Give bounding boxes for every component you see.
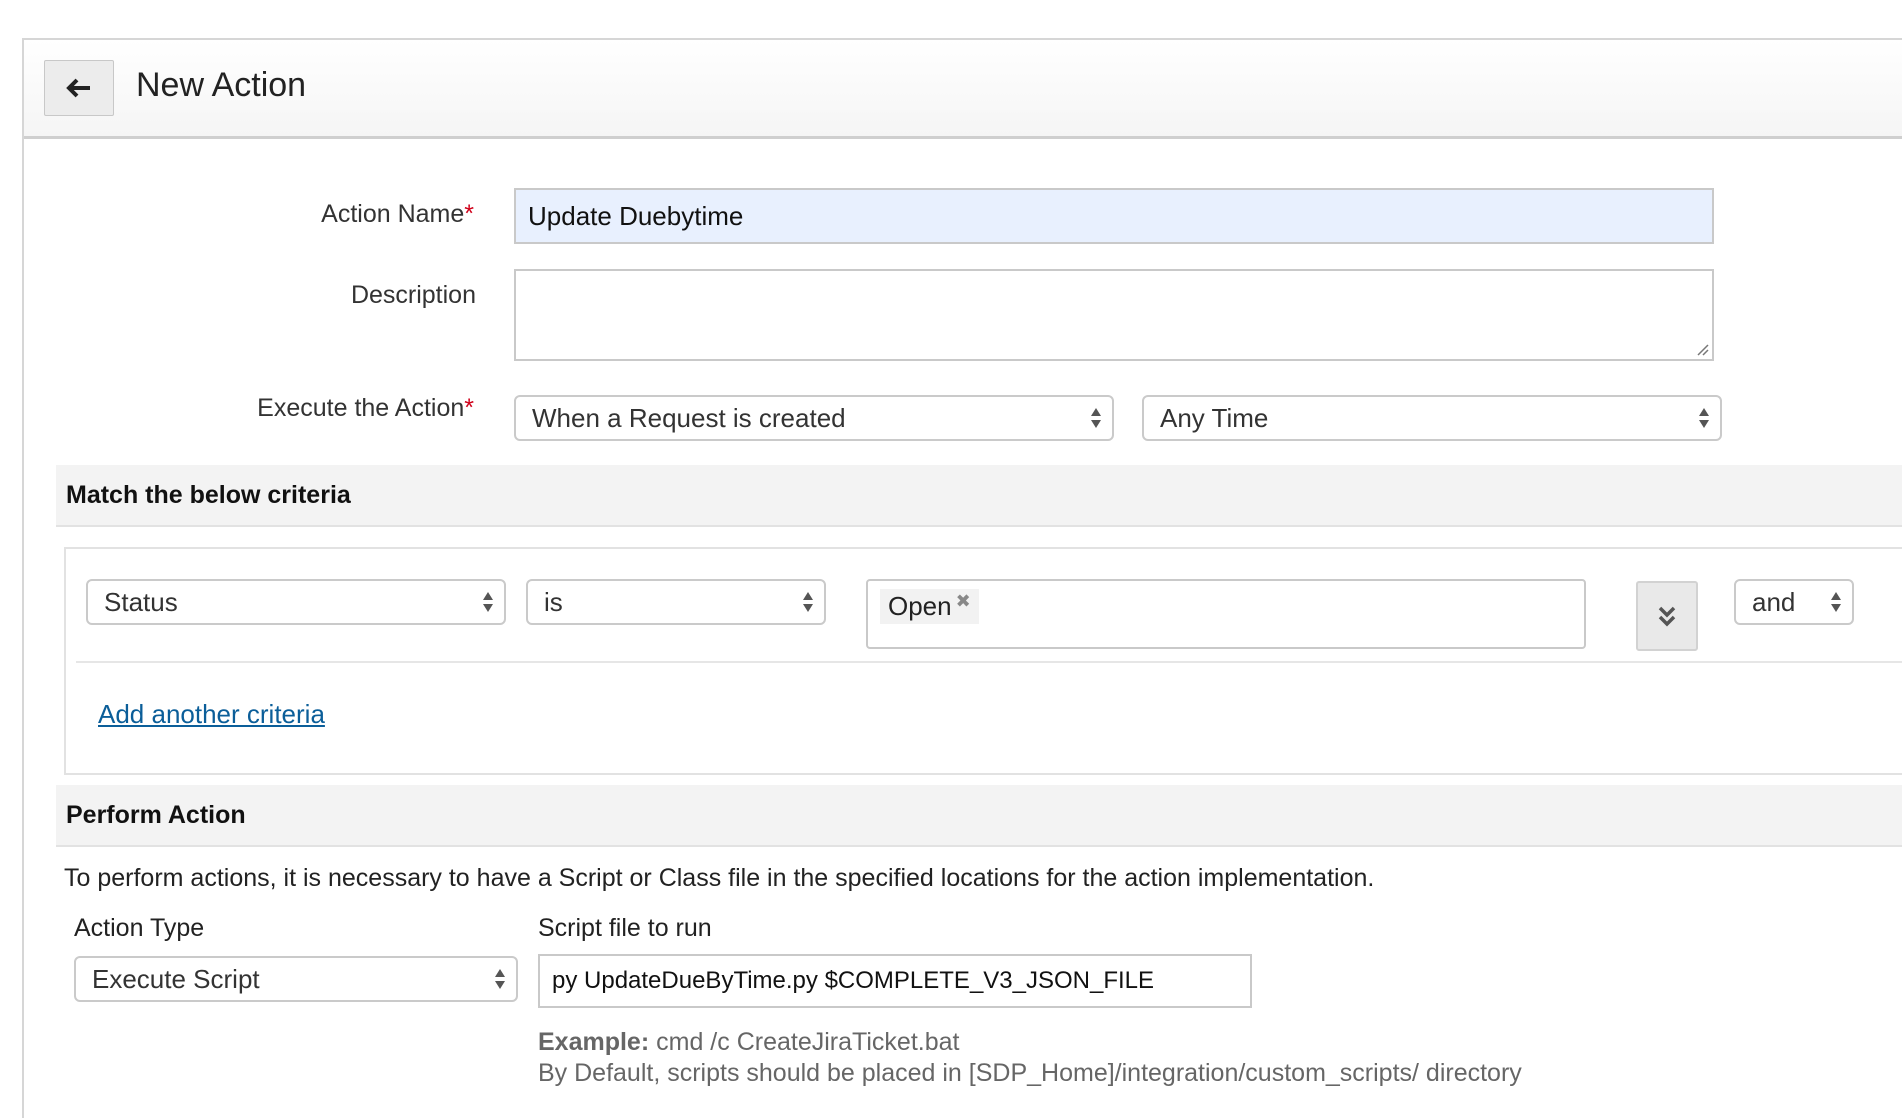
criteria-operator-select[interactable]: is (526, 579, 826, 625)
action-type-label: Action Type (74, 914, 205, 942)
criteria-section-title: Match the below criteria (66, 480, 351, 509)
criteria-conjunction-select[interactable]: and (1734, 579, 1854, 625)
add-criteria-link[interactable]: Add another criteria (98, 699, 325, 730)
criteria-section-header: Match the below criteria (56, 465, 1902, 527)
perform-section-header: Perform Action (56, 785, 1902, 847)
criteria-field-select[interactable]: Status (86, 579, 506, 625)
action-type-select[interactable]: Execute Script (74, 956, 518, 1002)
script-file-label: Script file to run (538, 914, 712, 942)
script-file-input[interactable]: py UpdateDueByTime.py $COMPLETE_V3_JSON_… (538, 954, 1252, 1008)
select-arrows-icon (1091, 408, 1101, 428)
close-icon[interactable]: ✖ (956, 591, 971, 622)
action-name-label: Action Name* (321, 200, 474, 228)
resize-handle-icon[interactable] (1695, 342, 1709, 356)
select-arrows-icon (495, 969, 505, 989)
description-label: Description (350, 281, 476, 309)
criteria-value-input[interactable]: Open ✖ (866, 579, 1586, 649)
execute-action-label: Execute the Action* (257, 394, 474, 422)
action-name-input[interactable]: Update Duebytime (514, 188, 1714, 244)
perform-info-text: To perform actions, it is necessary to h… (64, 864, 1375, 892)
default-location-note: By Default, scripts should be placed in … (538, 1059, 1522, 1087)
criteria-divider (76, 661, 1902, 663)
select-arrows-icon (803, 592, 813, 612)
double-chevron-down-icon (1658, 606, 1676, 627)
page-header: New Action (24, 40, 1902, 139)
back-button[interactable] (44, 60, 114, 116)
new-action-panel: New Action Action Name* Update Duebytime… (22, 38, 1902, 1118)
criteria-box: Status is Open ✖ and Add another criteri… (64, 547, 1902, 775)
execute-time-select[interactable]: Any Time (1142, 395, 1722, 441)
example-hint: Example: cmd /c CreateJiraTicket.bat (538, 1028, 959, 1057)
expand-values-button[interactable] (1636, 581, 1698, 651)
select-arrows-icon (483, 592, 493, 612)
example-value: cmd /c CreateJiraTicket.bat (656, 1028, 960, 1056)
criteria-value-tag: Open ✖ (880, 589, 979, 624)
example-label: Example: (538, 1028, 650, 1056)
perform-section-title: Perform Action (66, 800, 246, 829)
select-arrows-icon (1831, 592, 1841, 612)
arrow-left-icon (66, 78, 90, 98)
select-arrows-icon (1699, 408, 1709, 428)
execute-when-select[interactable]: When a Request is created (514, 395, 1114, 441)
description-textarea[interactable] (514, 269, 1714, 361)
page-title: New Action (136, 66, 307, 104)
